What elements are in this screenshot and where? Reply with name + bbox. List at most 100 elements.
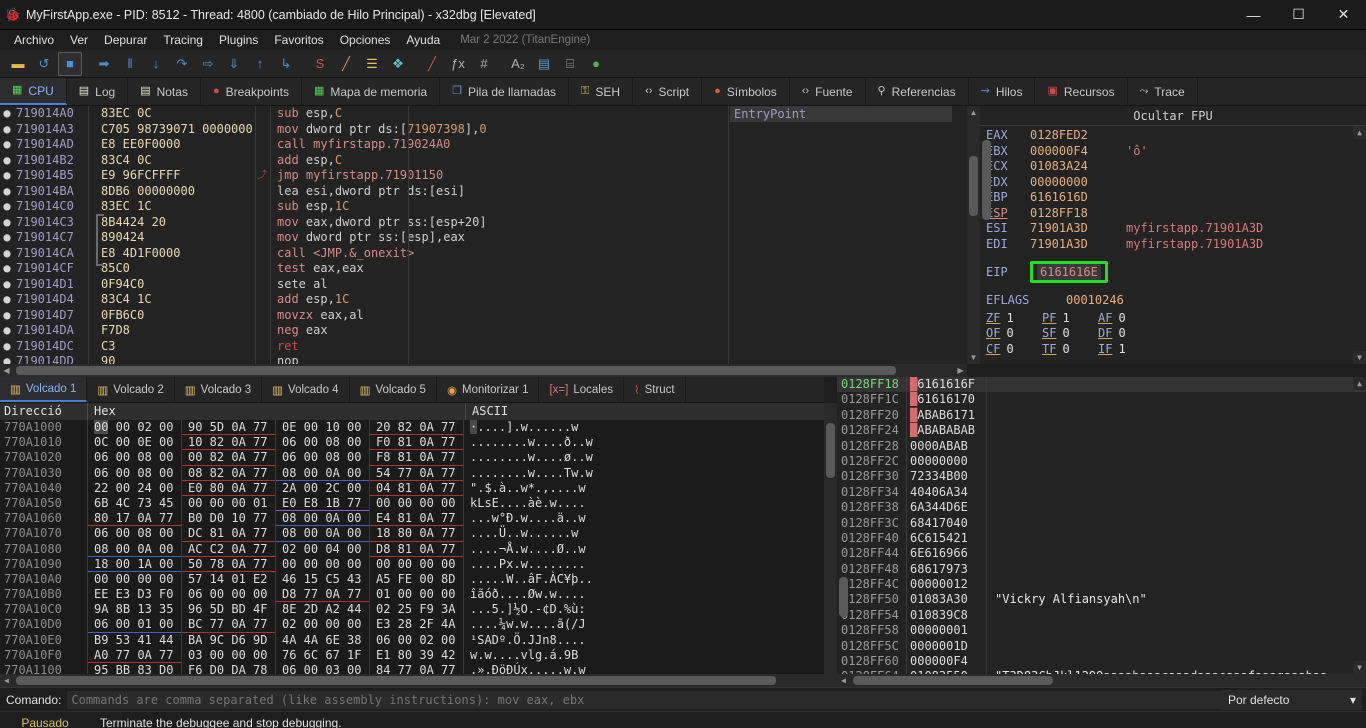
flag-df[interactable]: DF 0 <box>1098 326 1154 342</box>
dump-hex-group[interactable]: 4A 4A 6E 38 <box>276 632 370 648</box>
stack-value[interactable]: █61616170 <box>907 392 987 408</box>
dump-ascii[interactable]: ....Ü..w......w <box>464 526 824 541</box>
dump-ascii[interactable]: ........w....Tw.w <box>464 466 824 481</box>
dump-hex-group[interactable]: A5 FE 00 8D <box>370 571 464 588</box>
dump-row[interactable]: 770A10E0 B9 53 41 44 BA 9C D6 9D 4A 4A 6E 3… <box>0 632 824 648</box>
dump-hex-group[interactable]: 84 77 0A 77 <box>370 663 464 674</box>
dump-hex-group[interactable]: 54 77 0A 77 <box>370 465 464 481</box>
disassembly-row[interactable]: ● 719014B5 E9 96FCFFFF ⤴ jmp myfirstapp.7190… <box>0 168 967 184</box>
stack-value[interactable]: 00000001 <box>907 623 987 639</box>
stack-row[interactable]: 0128FF38 6A344D6E <box>837 500 1366 516</box>
disassembly-vscrollbar[interactable]: ▲ ▼ <box>967 106 980 364</box>
tab-mapa-de-memoria[interactable]: ▦ Mapa de memoria <box>302 78 441 105</box>
dump-row[interactable]: 770A1090 18 00 1A 00 50 78 0A 77 00 00 00 0… <box>0 556 824 572</box>
registers-scroll-up-icon[interactable]: ▲ <box>1353 126 1366 139</box>
dump-hex-group[interactable]: 08 00 0A 00 <box>276 526 370 542</box>
registers-scroll-thumb[interactable] <box>982 140 991 220</box>
register-value[interactable]: 0128FED2 <box>1030 128 1126 144</box>
command-mode-dropdown[interactable]: Por defecto ▾ <box>1222 689 1362 710</box>
dump-ascii[interactable]: ·....].w......w <box>464 420 824 435</box>
memory-map-icon[interactable]: ╱ <box>420 52 444 76</box>
disassembly-row[interactable]: ● 719014C7 890424 mov dword ptr ss:[esp],ea… <box>0 230 967 246</box>
dump-hex-group[interactable]: E0 80 0A 77 <box>182 480 276 496</box>
stack-value[interactable]: █6161616F <box>907 377 987 393</box>
dump-tab-volcado-1[interactable]: ▥ Volcado 1 <box>0 377 88 402</box>
step-into-icon[interactable]: ↓ <box>144 52 168 76</box>
stack-row[interactable]: 0128FF5C 0000001D <box>837 638 1366 655</box>
stack-row[interactable]: 0128FF34 40406A34 <box>837 484 1366 501</box>
disassembly-row[interactable]: ● 719014DD 90 nop <box>0 354 967 364</box>
breakpoint-dot-icon[interactable]: ● <box>0 354 14 364</box>
dump-hex-group[interactable]: 08 82 0A 77 <box>182 465 276 481</box>
breakpoint-dot-icon[interactable]: ● <box>0 230 14 246</box>
tab-log[interactable]: ▤ Log <box>67 78 129 105</box>
dump-hex-group[interactable]: 8E 2D A2 44 <box>276 602 370 618</box>
flag-af[interactable]: AF 0 <box>1098 311 1154 327</box>
disassembly-row[interactable]: ● 719014AD E8 EE0F0000 call myfirstapp.7190… <box>0 137 967 153</box>
stack-row[interactable]: 0128FF3C 68417040 <box>837 515 1366 531</box>
dump-hex-group[interactable]: 00 00 00 00 <box>370 495 464 512</box>
disassembly-row[interactable]: ● 719014BA 8DB6 00000000 lea esi,dword ptr … <box>0 183 967 199</box>
dump-row[interactable]: 770A10F0 A0 77 0A 77 03 00 00 00 76 6C 67 1… <box>0 647 824 663</box>
text-a2-icon[interactable]: A₂ <box>506 52 530 76</box>
dump-hex-group[interactable]: BA 9C D6 9D <box>182 632 276 648</box>
breakpoint-dot-icon[interactable]: ● <box>0 308 14 324</box>
breakpoint-dot-icon[interactable]: ● <box>0 246 14 262</box>
dump-hex-group[interactable]: 00 00 00 00 <box>276 556 370 572</box>
dump-hex-group[interactable]: 20 82 0A 77 <box>370 420 464 436</box>
stop-debug-icon[interactable]: ■ <box>58 51 82 76</box>
stack-row[interactable]: 0128FF50 01083A30 "Vickry Alfiansyah\n" <box>837 592 1366 608</box>
dump-hex-group[interactable]: DC 81 0A 77 <box>182 526 276 542</box>
stack-value[interactable]: 6E616966 <box>907 546 987 562</box>
stack-value[interactable]: 6C615421 <box>907 530 987 547</box>
dump-tab-struct[interactable]: ⌇ Struct <box>624 377 686 402</box>
dump-row[interactable]: 770A10C0 9A 8B 13 35 96 5D BD 4F 8E 2D A2 4… <box>0 602 824 618</box>
register-value[interactable]: 00000000 <box>1030 175 1126 191</box>
stack-value[interactable]: 68417040 <box>907 515 987 531</box>
dump-hex-group[interactable]: 00 82 0A 77 <box>182 450 276 466</box>
stack-hscroll-left-icon[interactable]: ◀ <box>837 676 850 685</box>
flag-sf[interactable]: SF 0 <box>1042 326 1098 342</box>
log-window-icon[interactable]: ☰ <box>360 52 384 76</box>
register-row-edi[interactable]: EDI 71901A3D myfirstapp.71901A3D <box>986 237 1366 253</box>
dump-hex-group[interactable]: 00 00 02 00 <box>88 420 182 436</box>
step-over-icon[interactable]: ↷ <box>170 52 194 76</box>
dump-row[interactable]: 770A1070 06 00 08 00 DC 81 0A 77 08 00 0A 0… <box>0 526 824 542</box>
disassembly-row[interactable]: ● 719014DC C3 ret <box>0 338 967 354</box>
stack-value[interactable]: █ABABABAB <box>907 423 987 439</box>
stack-row[interactable]: 0128FF18 █6161616F <box>837 377 1366 393</box>
stack-row[interactable]: 0128FF28 0000ABAB <box>837 438 1366 454</box>
dump-vscrollbar[interactable] <box>824 403 837 687</box>
pencil-patch-icon[interactable]: ╱ <box>334 52 358 76</box>
dump-hex-group[interactable]: 57 14 01 E2 <box>182 571 276 588</box>
register-value[interactable]: 6161616D <box>1030 190 1126 206</box>
dump-row[interactable]: 770A1020 06 00 08 00 00 82 0A 77 06 00 08 0… <box>0 450 824 466</box>
flag-pf[interactable]: PF 1 <box>1042 311 1098 327</box>
run-icon[interactable]: ➡ <box>92 52 116 76</box>
menu-item-ayuda[interactable]: Ayuda <box>398 32 448 48</box>
stack-row[interactable]: 0128FF48 68617973 <box>837 561 1366 578</box>
stack-row[interactable]: 0128FF58 00000001 <box>837 623 1366 639</box>
register-value[interactable]: 01083A24 <box>1030 159 1126 175</box>
disassembly-row[interactable]: ● 719014D7 0FB6C0 movzx eax,al <box>0 307 967 324</box>
minimize-button[interactable]: — <box>1231 0 1276 30</box>
dump-ascii[interactable]: ....¼w.w....ã(/J <box>464 617 824 632</box>
menu-item-depurar[interactable]: Depurar <box>96 32 155 48</box>
dump-hex-group[interactable]: 18 00 1A 00 <box>88 556 182 572</box>
dump-hscroll-thumb[interactable] <box>16 676 776 685</box>
register-row-eflags[interactable]: EFLAGS 00010246 <box>986 293 1366 309</box>
stack-value[interactable]: 0000ABAB <box>907 438 987 454</box>
stack-row[interactable]: 0128FF20 █ABAB6171 <box>837 407 1366 424</box>
breakpoint-dot-icon[interactable]: ● <box>0 153 14 169</box>
restart-icon[interactable]: ↺ <box>32 52 56 76</box>
dump-hex-group[interactable]: 06 00 03 00 <box>276 663 370 674</box>
disassembly-row[interactable]: ● 719014C3 8B4424 20 mov eax,dword ptr ss:[… <box>0 214 967 230</box>
step-out-icon[interactable]: ⇨ <box>196 52 220 76</box>
dump-tab-volcado-4[interactable]: ▥ Volcado 4 <box>262 377 350 402</box>
dump-row[interactable]: 770A1100 95 BB 83 D0 F6 D0 DA 78 06 00 03 0… <box>0 663 824 674</box>
disassembly-row[interactable]: ● 719014D4 83C4 1C add esp,1C <box>0 292 967 308</box>
stack-row[interactable]: 0128FF4C 00000012 <box>837 577 1366 593</box>
dump-hex-group[interactable]: 90 5D 0A 77 <box>182 420 276 436</box>
calculator-icon[interactable]: ⌸ <box>558 52 582 76</box>
maximize-button[interactable]: ☐ <box>1276 0 1321 30</box>
